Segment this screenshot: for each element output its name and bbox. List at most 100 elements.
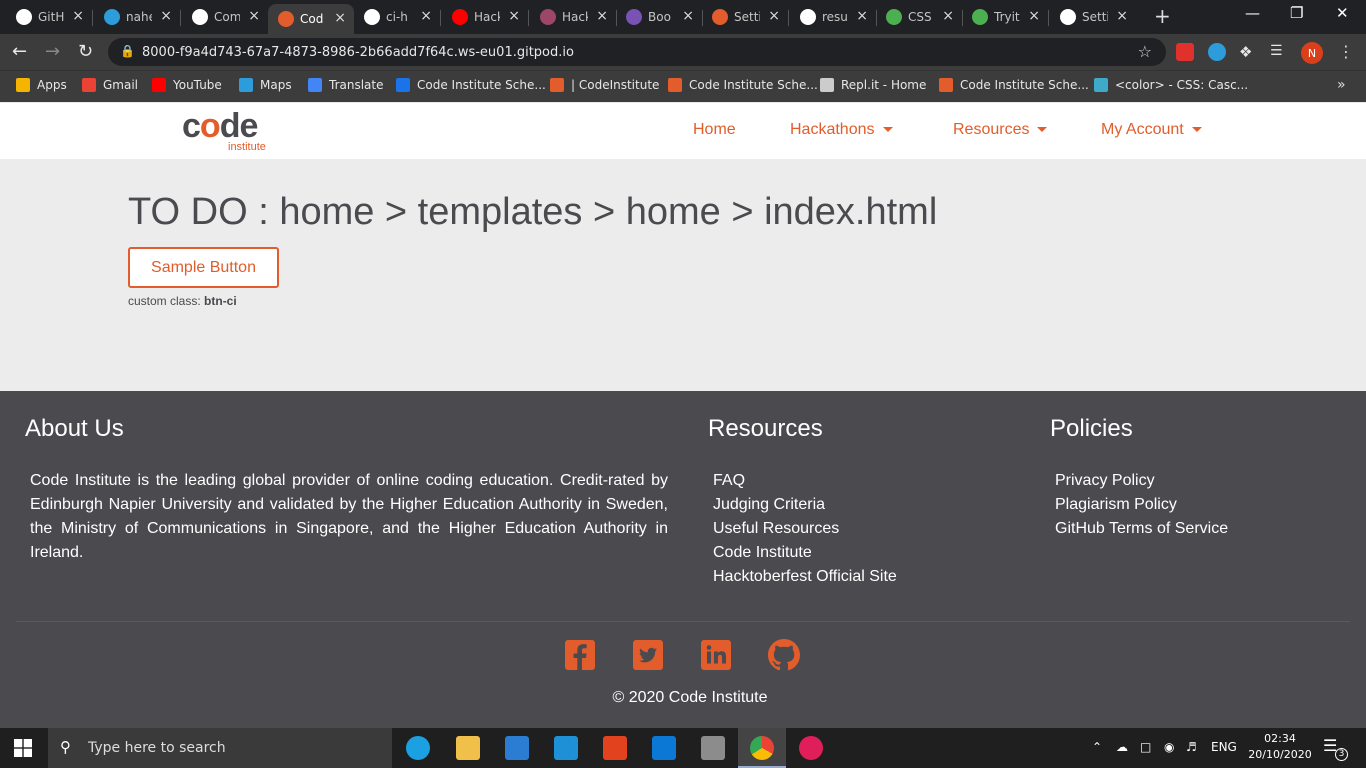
nav-resources-dropdown[interactable]: Resources xyxy=(953,121,1048,139)
reload-icon[interactable]: ↻ xyxy=(78,41,93,62)
browser-tab[interactable]: nahe × xyxy=(94,6,180,28)
browser-tab[interactable]: Boo × xyxy=(616,6,702,28)
extension-icon[interactable] xyxy=(1176,43,1194,61)
resource-link[interactable]: Code Institute xyxy=(713,541,897,565)
browser-tab[interactable]: Tryit × xyxy=(962,6,1048,28)
edge-icon[interactable] xyxy=(406,736,430,760)
slack-icon[interactable] xyxy=(799,736,823,760)
bookmark-item[interactable]: Code Institute Sche... xyxy=(939,78,1089,92)
close-tab-icon[interactable]: × xyxy=(248,8,260,24)
resource-link[interactable]: Judging Criteria xyxy=(713,493,897,517)
bookmark-favicon-icon xyxy=(550,78,564,92)
bookmarks-bar: Apps Gmail YouTube Maps Translate Code Instit… xyxy=(0,70,1366,102)
close-tab-icon[interactable]: × xyxy=(160,8,172,24)
tray-overflow-icon[interactable]: ⌃ xyxy=(1092,740,1102,754)
profile-avatar[interactable]: N xyxy=(1301,42,1323,64)
bookmark-item[interactable]: Apps xyxy=(16,78,67,92)
page-title: TO DO : home > templates > home > index.… xyxy=(128,191,938,233)
lock-icon[interactable]: 🔒 xyxy=(120,44,135,58)
close-tab-icon[interactable]: × xyxy=(596,8,608,24)
language-indicator[interactable]: ENG xyxy=(1211,740,1237,754)
sample-button[interactable]: Sample Button xyxy=(128,247,279,288)
close-tab-icon[interactable]: × xyxy=(1028,8,1040,24)
bookmark-favicon-icon xyxy=(820,78,834,92)
resource-link[interactable]: Hacktoberfest Official Site xyxy=(713,565,897,589)
browser-tab[interactable]: CSS × xyxy=(876,6,962,28)
mail-icon[interactable] xyxy=(652,736,676,760)
browser-tab[interactable]: Setti × xyxy=(702,6,788,28)
extensions-puzzle-icon[interactable]: ❖ xyxy=(1239,43,1252,61)
github-icon xyxy=(364,9,380,25)
bookmark-item[interactable]: Repl.it - Home xyxy=(820,78,926,92)
wifi-icon[interactable]: ◉ xyxy=(1164,740,1174,754)
tab-separator xyxy=(180,10,181,26)
back-icon[interactable]: ← xyxy=(12,41,27,62)
nav-home-label: Home xyxy=(693,121,736,138)
system-clock[interactable]: 02:34 20/10/2020 xyxy=(1248,731,1312,763)
bookmark-item[interactable]: Maps xyxy=(239,78,292,92)
policy-link[interactable]: GitHub Terms of Service xyxy=(1055,517,1228,541)
close-tab-icon[interactable]: × xyxy=(508,8,520,24)
resource-link[interactable]: Useful Resources xyxy=(713,517,897,541)
volume-icon[interactable]: ♬ xyxy=(1186,740,1197,754)
code-institute-logo[interactable]: code institute xyxy=(182,109,266,153)
w3schools-icon xyxy=(972,9,988,25)
close-window-button[interactable]: ✕ xyxy=(1336,4,1349,22)
battery-icon[interactable]: □ xyxy=(1140,740,1151,754)
bookmarks-overflow-icon[interactable]: » xyxy=(1337,77,1346,93)
bookmark-star-icon[interactable]: ☆ xyxy=(1138,42,1152,61)
address-bar[interactable]: 🔒 8000-f9a4d743-67a7-4873-8986-2b66add7f… xyxy=(108,38,1166,66)
twitter-icon[interactable] xyxy=(632,639,664,671)
browser-tab[interactable]: resu × xyxy=(790,6,876,28)
nav-hackathons-dropdown[interactable]: Hackathons xyxy=(790,121,893,139)
browser-tab[interactable]: ci-h × xyxy=(354,6,440,28)
close-tab-icon[interactable]: × xyxy=(72,8,84,24)
office-icon[interactable] xyxy=(603,736,627,760)
browser-tab[interactable]: GitH × xyxy=(6,6,92,28)
browser-tab[interactable]: Hack × xyxy=(530,6,616,28)
bookmark-item[interactable]: <color> - CSS: Casc... xyxy=(1094,78,1248,92)
policy-link[interactable]: Plagiarism Policy xyxy=(1055,493,1228,517)
bookmark-item[interactable]: Code Institute Sche... xyxy=(668,78,818,92)
bookmark-item[interactable]: Translate xyxy=(308,78,384,92)
close-tab-icon[interactable]: × xyxy=(420,8,432,24)
nav-account-dropdown[interactable]: My Account xyxy=(1101,121,1202,139)
linkedin-icon[interactable] xyxy=(700,639,732,671)
browser-tab[interactable]: Com × xyxy=(182,6,268,28)
bookmark-item[interactable]: Gmail xyxy=(82,78,138,92)
chrome-icon[interactable] xyxy=(750,736,774,760)
close-tab-icon[interactable]: × xyxy=(768,8,780,24)
close-tab-icon[interactable]: × xyxy=(334,10,346,26)
minimize-button[interactable]: — xyxy=(1245,4,1260,22)
close-tab-icon[interactable]: × xyxy=(942,8,954,24)
lync-icon[interactable] xyxy=(554,736,578,760)
maximize-button[interactable]: ❐ xyxy=(1290,4,1303,22)
close-tab-icon[interactable]: × xyxy=(682,8,694,24)
browser-tab[interactable]: Setti × xyxy=(1050,6,1136,28)
browser-tab[interactable]: Hack × xyxy=(442,6,528,28)
nav-home-link[interactable]: Home xyxy=(693,121,736,139)
policy-link[interactable]: Privacy Policy xyxy=(1055,469,1228,493)
new-tab-button[interactable]: + xyxy=(1154,4,1171,28)
bookmark-item[interactable]: | CodeInstitute xyxy=(550,78,659,92)
network-app-icon[interactable] xyxy=(701,736,725,760)
resource-link[interactable]: FAQ xyxy=(713,469,897,493)
forward-icon[interactable]: → xyxy=(45,41,60,62)
media-control-icon[interactable]: ☰ xyxy=(1270,43,1283,59)
store-icon[interactable] xyxy=(505,736,529,760)
browser-tab[interactable]: Cod × xyxy=(268,4,354,34)
file-explorer-icon[interactable] xyxy=(456,736,480,760)
taskbar-search[interactable]: ⚲ Type here to search xyxy=(48,728,392,768)
bookmark-label: | CodeInstitute xyxy=(571,78,660,92)
bookmark-label: Gmail xyxy=(103,78,139,92)
bookmark-item[interactable]: Code Institute Sche... xyxy=(396,78,546,92)
close-tab-icon[interactable]: × xyxy=(856,8,868,24)
windows-start-icon[interactable] xyxy=(14,739,32,761)
close-tab-icon[interactable]: × xyxy=(1116,8,1128,24)
gitpod-extension-icon[interactable] xyxy=(1208,43,1226,61)
bookmark-item[interactable]: YouTube xyxy=(152,78,222,92)
github-icon[interactable] xyxy=(768,639,800,671)
facebook-icon[interactable] xyxy=(564,639,596,671)
network-tray-icon[interactable]: ☁ xyxy=(1116,740,1128,754)
browser-menu-icon[interactable]: ⋮ xyxy=(1338,42,1354,61)
